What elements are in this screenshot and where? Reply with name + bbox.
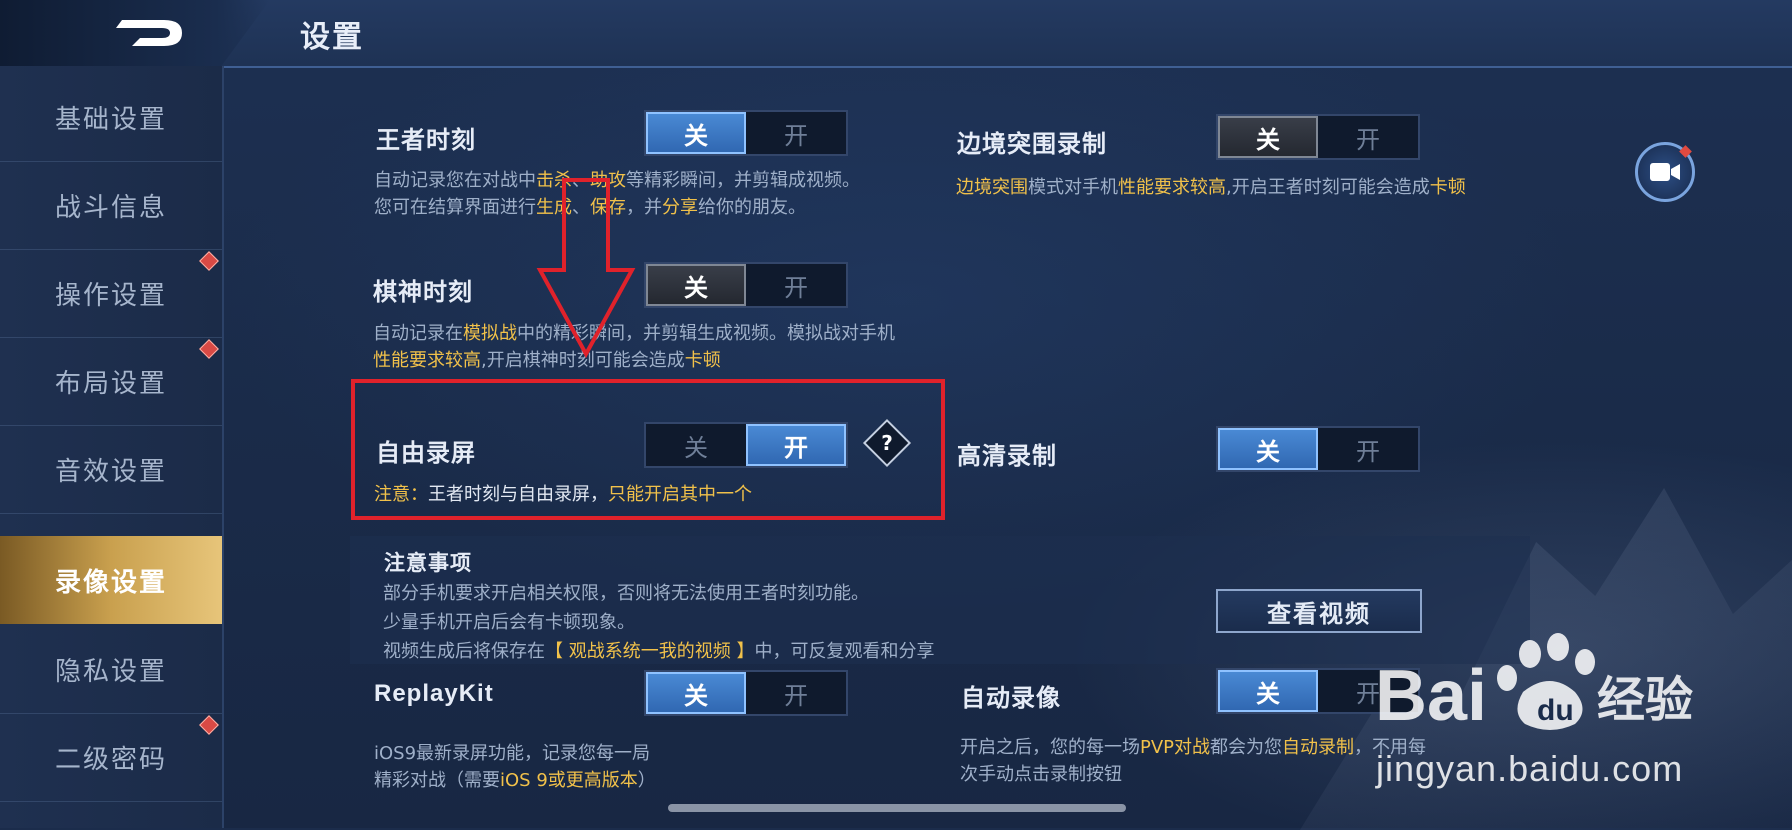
new-badge-icon	[199, 251, 219, 271]
desc-text: ,开启王者时刻可能会造成	[1226, 177, 1430, 198]
desc-highlight: 分享	[662, 197, 698, 218]
page-title: 设置	[300, 20, 364, 55]
wangzhe-moment-toggle[interactable]: 关 开	[644, 110, 848, 156]
border-record-description: 边境突围模式对手机性能要求较高,开启王者时刻可能会造成卡顿	[956, 174, 1466, 201]
replaykit-toggle[interactable]: 关 开	[644, 670, 848, 716]
svg-text:du: du	[1537, 694, 1574, 727]
wangzhe-moment-label: 王者时刻	[376, 126, 476, 154]
desc-highlight: 模拟战	[463, 323, 517, 344]
watermark-logo-text: Bai	[1375, 656, 1487, 736]
desc-text: 模式对手机	[1028, 177, 1118, 198]
desc-highlight: iOS 9或更高版本	[500, 770, 638, 791]
notice-line: 视频生成后将保存在	[383, 641, 545, 662]
desc-text: 精彩对战（需要	[374, 770, 500, 791]
desc-text: 次手动点击录制按钮	[960, 764, 1122, 785]
sidebar-item-privacy[interactable]: 隐私设置	[0, 626, 222, 714]
border-record-label: 边境突围录制	[957, 130, 1107, 158]
notice-text: 部分手机要求开启相关权限，否则将无法使用王者时刻功能。 少量手机开启后会有卡顿现…	[383, 579, 934, 666]
border-record-toggle[interactable]: 关 开	[1216, 114, 1420, 160]
toggle-on-option[interactable]: 开	[1318, 428, 1418, 470]
sidebar: 基础设置 战斗信息 操作设置 布局设置 音效设置 录像设置 隐私设置 二级密码	[0, 66, 224, 828]
notice-title: 注意事项	[384, 551, 472, 575]
desc-text: 自动记录在	[373, 323, 463, 344]
annotation-down-arrow-icon	[536, 178, 636, 358]
auto-record-label: 自动录像	[961, 684, 1061, 712]
hd-record-toggle[interactable]: 关 开	[1216, 426, 1420, 472]
desc-text: 开启之后，您的每一场	[960, 737, 1140, 758]
desc-text: 等精彩瞬间，并剪辑成视频。	[626, 170, 860, 191]
desc-text: ）	[637, 770, 656, 791]
header-bar: 设置	[0, 0, 1792, 68]
toggle-off-option[interactable]: 关	[1218, 670, 1318, 712]
sidebar-item-label: 二级密码	[54, 745, 167, 775]
sidebar-item-password[interactable]: 二级密码	[0, 714, 222, 802]
sidebar-item-layout[interactable]: 布局设置	[0, 338, 222, 426]
notice-line: 少量手机开启后会有卡顿现象。	[383, 612, 635, 633]
new-badge-icon	[199, 339, 219, 359]
sidebar-item-controls[interactable]: 操作设置	[0, 250, 222, 338]
chess-moment-label: 棋神时刻	[373, 278, 473, 306]
replaykit-label: ReplayKit	[374, 680, 494, 707]
sidebar-item-audio[interactable]: 音效设置	[0, 426, 222, 514]
back-arrow-icon[interactable]	[112, 10, 192, 56]
toggle-on-option[interactable]: 开	[746, 264, 846, 306]
video-camera-icon	[1650, 163, 1680, 181]
toggle-off-option[interactable]: 关	[1218, 428, 1318, 470]
sidebar-item-label: 战斗信息	[54, 193, 167, 223]
sidebar-item-recording[interactable]: 录像设置	[0, 536, 222, 624]
sidebar-item-label: 音效设置	[54, 457, 167, 487]
new-badge-icon	[199, 715, 219, 735]
desc-highlight: 自动录制	[1282, 737, 1355, 758]
watermark-url: jingyan.baidu.com	[1376, 748, 1684, 789]
notice-line: 中，可反复观看和分享	[754, 641, 935, 662]
toggle-off-option[interactable]: 关	[1218, 116, 1318, 158]
notice-highlight: 【 观战系统一我的视频 】	[545, 641, 755, 662]
toggle-on-option[interactable]: 开	[746, 112, 846, 154]
record-camera-button[interactable]	[1635, 142, 1695, 202]
auto-record-description: 开启之后，您的每一场PVP对战都会为您自动录制，不用每 次手动点击录制按钮	[960, 734, 1426, 788]
sidebar-item-label: 基础设置	[54, 105, 167, 135]
view-video-button[interactable]: 查看视频	[1216, 589, 1422, 633]
desc-highlight: 卡顿	[1429, 177, 1466, 198]
desc-text: 您可在结算界面进行	[374, 197, 536, 218]
desc-highlight: 边境突围	[956, 177, 1028, 198]
desc-text: 都会为您	[1210, 737, 1283, 758]
annotation-highlight-box	[351, 379, 945, 520]
toggle-off-option[interactable]: 关	[646, 672, 746, 714]
watermark-logo-text2: 经验	[1597, 672, 1693, 728]
desc-text: 给你的朋友。	[698, 197, 806, 218]
scroll-indicator[interactable]	[668, 804, 1126, 812]
hd-record-label: 高清录制	[957, 442, 1057, 470]
toggle-on-option[interactable]: 开	[746, 672, 846, 714]
desc-highlight: 卡顿	[684, 350, 721, 371]
sidebar-item-basic[interactable]: 基础设置	[0, 74, 222, 162]
sidebar-item-label: 录像设置	[54, 567, 167, 598]
desc-highlight: 性能要求较高	[373, 350, 481, 371]
toggle-off-option[interactable]: 关	[646, 264, 746, 306]
baidu-jingyan-watermark-logo: Bai du 经验	[1375, 633, 1693, 736]
sidebar-item-label: 操作设置	[54, 281, 167, 311]
sidebar-item-label: 布局设置	[54, 369, 167, 399]
sidebar-item-battle-info[interactable]: 战斗信息	[0, 162, 222, 250]
toggle-off-option[interactable]: 关	[646, 112, 746, 154]
replaykit-description: iOS9最新录屏功能，记录您每一局 精彩对战（需要iOS 9或更高版本）	[374, 740, 656, 794]
desc-highlight: 性能要求较高	[1118, 177, 1226, 198]
desc-text: 自动记录您在对战中	[374, 170, 536, 191]
toggle-on-option[interactable]: 开	[1318, 116, 1418, 158]
desc-text: iOS9最新录屏功能，记录您每一局	[374, 743, 651, 764]
sidebar-item-label: 隐私设置	[54, 657, 167, 687]
desc-highlight: PVP对战	[1140, 737, 1211, 758]
chess-moment-toggle[interactable]: 关 开	[644, 262, 848, 308]
notice-line: 部分手机要求开启相关权限，否则将无法使用王者时刻功能。	[383, 583, 869, 604]
